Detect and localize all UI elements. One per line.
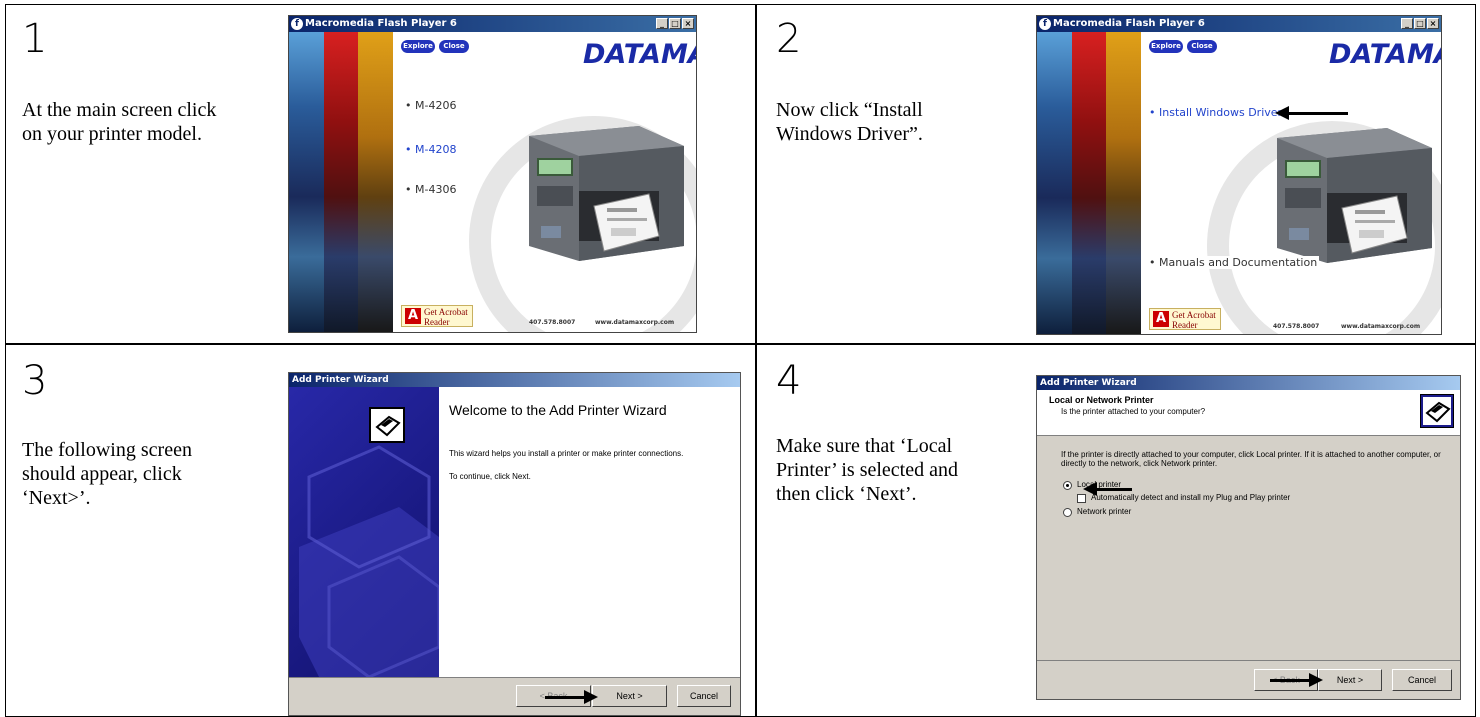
acrobat-reader-badge[interactable]: A Get Acrobat Reader — [401, 305, 473, 327]
model-m4208-link[interactable]: • M-4208 — [405, 143, 456, 156]
datamax-logo: DATAMAX® — [583, 39, 696, 70]
step-4-description: Make sure that ‘Local Printer’ is select… — [776, 434, 958, 506]
flash-titlebar: f Macromedia Flash Player 6 _ □ × — [289, 16, 696, 32]
acrobat-reader-badge[interactable]: A Get Acrobat Reader — [1149, 308, 1221, 330]
local-printer-radio[interactable] — [1063, 481, 1072, 490]
wizard-welcome-text: This wizard helps you install a printer … — [449, 449, 684, 458]
grid-divider-vertical — [755, 4, 757, 717]
close-button[interactable]: Close — [439, 40, 469, 53]
step-1-number: 1 — [22, 16, 48, 62]
datamax-logo: DATAMAX® — [1329, 39, 1441, 70]
minimize-icon[interactable]: _ — [1401, 18, 1413, 29]
flash-title: Macromedia Flash Player 6 — [1053, 18, 1205, 29]
wizard-titlebar: Add Printer Wizard — [1037, 376, 1460, 390]
network-printer-label: Network printer — [1077, 507, 1132, 516]
next-button[interactable]: Next > — [592, 685, 667, 707]
section-subtitle: Is the printer attached to your computer… — [1061, 407, 1206, 416]
step-3-description: The following screen should appear, clic… — [22, 438, 192, 510]
step-1-line-1: At the main screen click — [22, 99, 217, 121]
step-4-line-3: then click ‘Next’. — [776, 483, 917, 505]
printer-icon — [369, 407, 405, 443]
maximize-icon[interactable]: □ — [669, 18, 681, 29]
step-4-line-1: Make sure that ‘Local — [776, 435, 953, 457]
pointer-arrow-icon — [1275, 106, 1348, 120]
flash-titlebar: f Macromedia Flash Player 6 _ □ × — [1037, 16, 1441, 32]
website-link[interactable]: www.datamaxcorp.com — [1341, 323, 1420, 330]
manuals-documentation-link[interactable]: • Manuals and Documentation — [1149, 256, 1320, 269]
acrobat-text: Get Acrobat Reader — [424, 307, 468, 327]
printer-image — [1277, 128, 1432, 263]
flash-window-step-1: f Macromedia Flash Player 6 _ □ × Explor… — [288, 15, 697, 333]
cancel-button[interactable]: Cancel — [677, 685, 731, 707]
printer-icon — [1420, 394, 1454, 428]
photo-collage — [1037, 32, 1142, 334]
wizard-titlebar: Add Printer Wizard — [289, 373, 740, 387]
printer-image — [529, 126, 684, 261]
maximize-icon[interactable]: □ — [1414, 18, 1426, 29]
step-3-line-2: should appear, click — [22, 463, 182, 485]
step-1-description: At the main screen click on your printer… — [22, 98, 216, 146]
photo-collage — [289, 32, 394, 332]
step-3-number: 3 — [22, 358, 48, 404]
flash-logo-icon: f — [1039, 18, 1051, 30]
step-4-number: 4 — [776, 358, 802, 404]
step-2-description: Now click “Install Windows Driver”. — [776, 98, 923, 146]
section-title: Local or Network Printer — [1049, 395, 1154, 405]
minimize-icon[interactable]: _ — [656, 18, 668, 29]
install-windows-driver-link[interactable]: • Install Windows Driver — [1149, 106, 1285, 119]
next-button[interactable]: Next > — [1318, 669, 1382, 691]
auto-detect-label: Automatically detect and install my Plug… — [1091, 493, 1291, 502]
network-printer-radio[interactable] — [1063, 508, 1072, 517]
close-icon[interactable]: × — [682, 18, 694, 29]
phone-number: 407.578.8007 — [1273, 323, 1320, 330]
step-2-number: 2 — [776, 16, 802, 62]
website-link[interactable]: www.datamaxcorp.com — [595, 319, 674, 326]
wizard-content — [439, 387, 740, 677]
explore-button[interactable]: Explore — [401, 40, 435, 53]
flash-window-step-2: f Macromedia Flash Player 6 _ □ × Explor… — [1036, 15, 1442, 335]
pointer-arrow-icon — [545, 690, 598, 704]
wizard-continue-text: To continue, click Next. — [449, 472, 531, 481]
close-icon[interactable]: × — [1427, 18, 1439, 29]
add-printer-wizard-welcome: Add Printer Wizard Welcome to the Add Pr… — [288, 372, 741, 716]
pointer-arrow-icon — [1083, 482, 1132, 496]
step-2-line-2: Windows Driver”. — [776, 123, 923, 145]
instructions-text: If the printer is directly attached to y… — [1061, 450, 1441, 468]
flash-title: Macromedia Flash Player 6 — [305, 18, 457, 29]
step-3-line-3: ‘Next>’. — [22, 487, 91, 509]
step-1-line-2: on your printer model. — [22, 123, 202, 145]
phone-number: 407.578.8007 — [529, 319, 576, 326]
flash-logo-icon: f — [291, 18, 303, 30]
add-printer-wizard-local: Add Printer Wizard Local or Network Prin… — [1036, 375, 1461, 700]
model-m4206-link[interactable]: • M-4206 — [405, 99, 456, 112]
model-m4306-link[interactable]: • M-4306 — [405, 183, 456, 196]
pointer-arrow-icon — [1270, 673, 1323, 687]
adobe-icon: A — [1153, 311, 1169, 327]
adobe-icon: A — [405, 308, 421, 324]
cancel-button[interactable]: Cancel — [1392, 669, 1452, 691]
step-4-line-2: Printer’ is selected and — [776, 459, 958, 481]
close-button[interactable]: Close — [1187, 40, 1217, 53]
wizard-side-panel — [289, 387, 439, 677]
explore-button[interactable]: Explore — [1149, 40, 1183, 53]
acrobat-text: Get Acrobat Reader — [1172, 310, 1216, 330]
wizard-welcome-title: Welcome to the Add Printer Wizard — [449, 402, 667, 418]
grid-divider-horizontal — [5, 343, 1476, 345]
step-3-line-1: The following screen — [22, 439, 192, 461]
step-2-line-1: Now click “Install — [776, 99, 923, 121]
